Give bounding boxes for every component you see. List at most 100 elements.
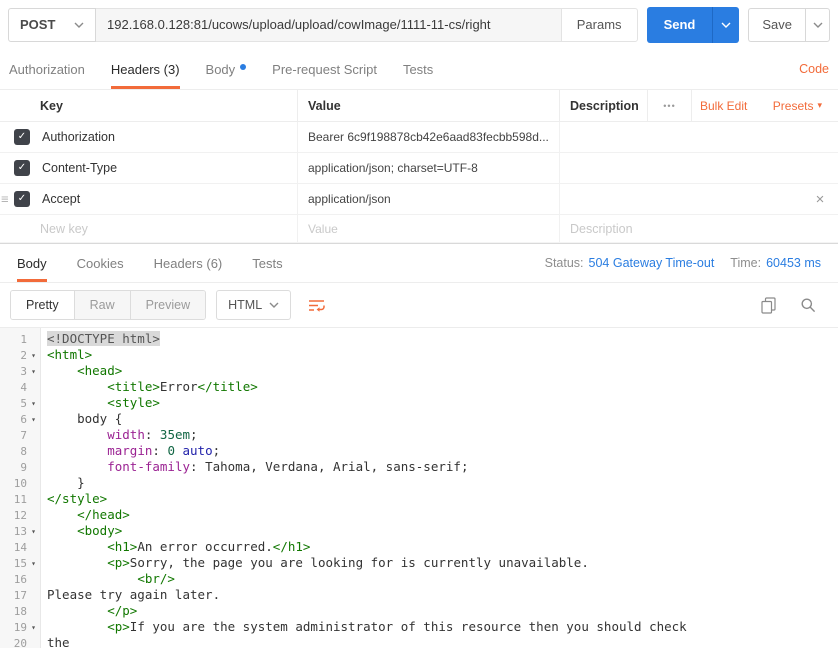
code-token: 0 [167,443,175,458]
tab-authorization[interactable]: Authorization [9,49,85,89]
request-tabs: Authorization Headers (3) Body Pre-reque… [0,49,838,90]
status-value[interactable]: 504 Gateway Time-out [589,256,715,270]
bulk-edit-link[interactable]: Bulk Edit [692,90,748,121]
line-number: 8 [20,444,27,458]
code-line[interactable]: the [47,635,838,648]
header-value[interactable]: application/json; charset=UTF-8 [298,153,560,183]
code-line[interactable]: <p>Sorry, the page you are looking for i… [47,555,838,571]
fold-caret-icon[interactable]: ▾ [27,415,40,424]
response-tab-cookies[interactable]: Cookies [77,244,124,282]
tab-tests[interactable]: Tests [403,49,433,89]
row-checkbox[interactable]: ✓ [14,160,30,176]
code-line[interactable]: <!DOCTYPE html> [47,331,838,347]
response-tab-body[interactable]: Body [17,244,47,282]
code-line[interactable]: font-family: Tahoma, Verdana, Arial, san… [47,459,838,475]
word-wrap-icon[interactable] [301,290,331,320]
tab-body[interactable]: Body [206,49,247,89]
line-number: 11 [13,492,27,506]
view-mode-pretty[interactable]: Pretty [11,291,75,319]
line-number: 17 [13,588,27,602]
time-value[interactable]: 60453 ms [766,256,821,270]
save-dropdown-button[interactable] [805,7,830,42]
row-checkbox[interactable]: ✓ [14,191,30,207]
code-line[interactable]: } [47,475,838,491]
send-dropdown-button[interactable] [712,6,740,43]
code-token: : Tahoma, Verdana, Arial, sans-serif; [190,459,469,474]
response-tab-tests[interactable]: Tests [252,244,282,282]
code-line[interactable]: <h1>An error occurred.</h1> [47,539,838,555]
header-description[interactable] [560,122,802,152]
fold-caret-icon[interactable]: ▾ [27,527,40,536]
params-button[interactable]: Params [560,7,638,42]
header-value[interactable]: Bearer 6c9f198878cb42e6aad83fecbb598d... [298,122,560,152]
request-bar: POST Params Send Save [0,0,838,49]
presets-dropdown[interactable]: Presets ▾ [748,90,838,121]
tab-pre-request-script[interactable]: Pre-request Script [272,49,377,89]
send-button[interactable]: Send [646,6,713,43]
code-line[interactable]: </p> [47,603,838,619]
code-link[interactable]: Code [799,49,829,89]
save-split-button: Save [748,7,830,42]
code-line[interactable]: <br/> [47,571,838,587]
fold-caret-icon[interactable]: ▾ [27,559,40,568]
response-tab-headers[interactable]: Headers (6) [154,244,223,282]
view-mode-raw[interactable]: Raw [74,291,131,319]
code-line[interactable]: <body> [47,523,838,539]
code-line[interactable]: margin: 0 auto; [47,443,838,459]
code-line[interactable]: <title>Error</title> [47,379,838,395]
code-line[interactable]: <head> [47,363,838,379]
code-line[interactable]: </head> [47,507,838,523]
save-button[interactable]: Save [748,7,805,42]
new-value-input[interactable]: Value [298,215,560,242]
code-line[interactable]: <p>If you are the system administrator o… [47,619,838,635]
tab-headers[interactable]: Headers (3) [110,49,180,89]
search-icon[interactable] [796,293,820,317]
copy-icon[interactable] [756,293,780,317]
new-description-input[interactable]: Description [560,215,802,242]
view-mode-preview[interactable]: Preview [130,291,206,319]
header-description[interactable] [560,184,802,214]
delete-row-icon[interactable]: × [816,191,825,208]
fold-caret-icon[interactable]: ▾ [27,623,40,632]
code-lines[interactable]: <!DOCTYPE html> <html> <head> <title>Erro… [41,328,838,648]
header-value[interactable]: application/json [298,184,560,214]
code-token: </p> [107,603,138,618]
code-token: the [47,635,70,648]
more-options-button[interactable]: ••• [648,90,692,121]
row-actions [802,153,838,183]
code-token: font-family [107,459,191,474]
fold-caret-icon[interactable]: ▾ [27,399,40,408]
language-select[interactable]: HTML [216,290,292,320]
code-line[interactable]: width: 35em; [47,427,838,443]
header-key[interactable]: Content-Type [42,161,117,175]
code-line[interactable]: Please try again later. [47,587,838,603]
line-number: 14 [13,540,27,554]
drag-handle-icon[interactable]: ≡ [1,193,9,206]
code-token: auto [182,443,213,458]
code-line[interactable]: <html> [47,347,838,363]
code-line[interactable]: body { [47,411,838,427]
row-checkbox[interactable]: ✓ [14,129,30,145]
fold-caret-icon[interactable]: ▾ [27,351,40,360]
method-select[interactable]: POST [8,7,96,42]
code-token: : [152,443,168,458]
code-line[interactable]: </style> [47,491,838,507]
header-key[interactable]: Accept [42,192,80,206]
new-key-placeholder: New key [40,221,88,236]
send-split-button: Send [646,6,740,43]
code-line[interactable]: <style> [47,395,838,411]
line-number: 20 [13,636,27,648]
new-key-input[interactable]: New key [0,215,298,242]
header-description[interactable] [560,153,802,183]
header-row-authorization: ✓ Authorization Bearer 6c9f198878cb42e6a… [0,122,838,153]
url-input[interactable] [96,7,561,42]
fold-caret-icon[interactable]: ▾ [27,367,40,376]
code-token: An error occurred. [137,539,273,554]
header-key[interactable]: Authorization [42,130,115,144]
method-label: POST [20,17,56,32]
